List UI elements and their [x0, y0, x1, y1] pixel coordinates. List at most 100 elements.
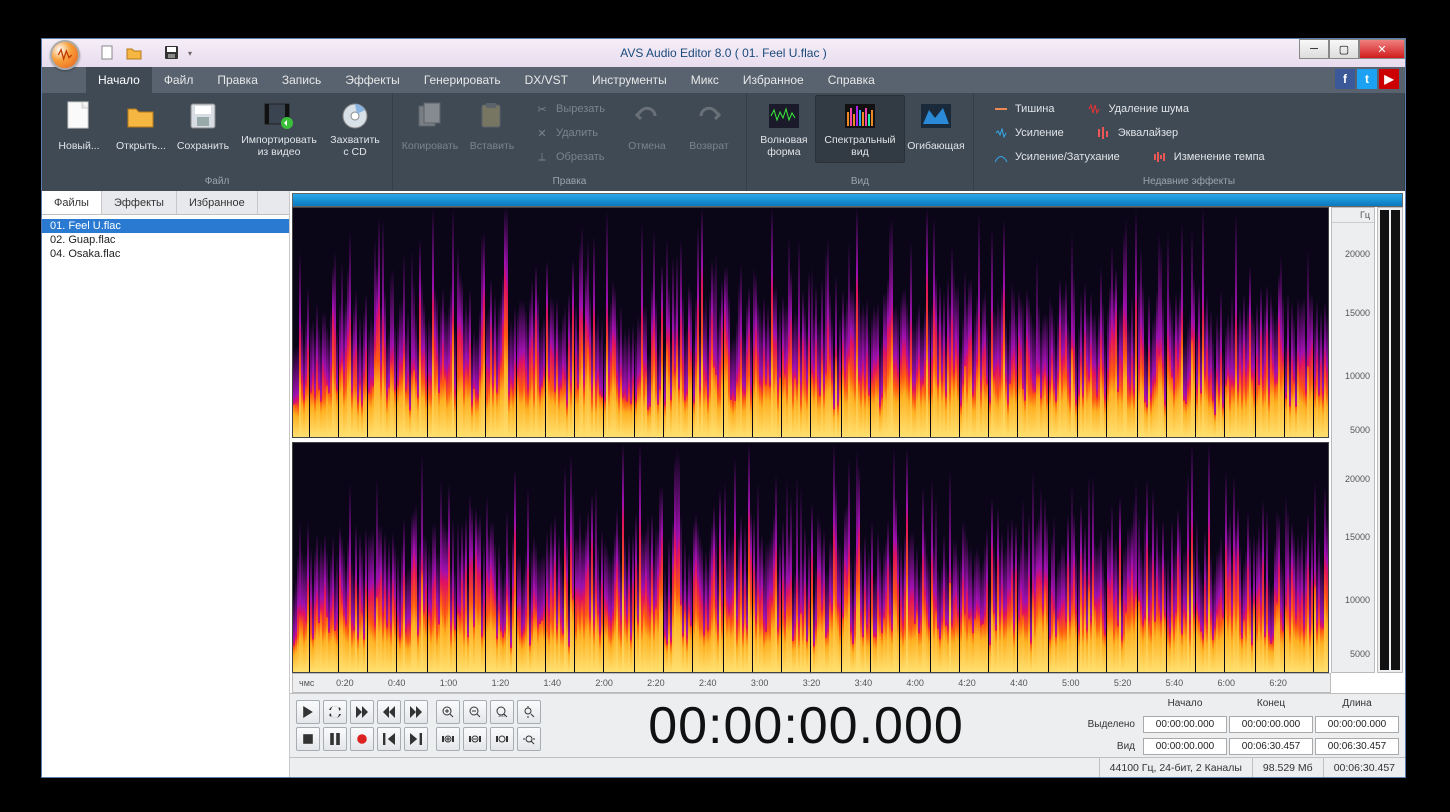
timebox-value[interactable]: 00:00:00.000 [1229, 716, 1313, 733]
ribbon-group-recent: Тишина Удаление шума Усиление Эквалайзер… [974, 93, 1405, 191]
import-video-icon [263, 100, 295, 132]
side-tab-1[interactable]: Эффекты [102, 191, 177, 214]
ribbon-recent-label: Недавние эффекты [1143, 174, 1235, 191]
effect-fade-button[interactable]: Усиление/Затухание [986, 145, 1127, 169]
zoom-sel-out-button[interactable] [463, 727, 487, 751]
app-icon[interactable] [50, 40, 80, 70]
redo-icon [693, 100, 725, 132]
youtube-icon[interactable]: ▶ [1379, 69, 1399, 89]
timebox-value[interactable]: 00:06:30.457 [1229, 738, 1313, 755]
zoom-out-button[interactable] [463, 700, 487, 724]
twitter-icon[interactable]: t [1357, 69, 1377, 89]
minimize-button[interactable]: ─ [1299, 39, 1329, 59]
transport-bar: 100 00:00:00.000 НачалоКонецДлинаВыделен… [290, 693, 1405, 757]
menu-item-9[interactable]: Избранное [731, 67, 816, 93]
next-button[interactable] [350, 700, 374, 724]
effect-amplify-button[interactable]: Усиление [986, 121, 1071, 145]
time-tick: 4:40 [1010, 678, 1028, 688]
file-item[interactable]: 01. Feel U.flac [42, 219, 289, 233]
open-button[interactable]: Открыть... [110, 95, 172, 163]
side-tab-2[interactable]: Избранное [177, 191, 258, 214]
cut-button[interactable]: ✂Вырезать [527, 97, 612, 121]
freq-tick: 5000 [1350, 649, 1370, 659]
goto-end-button[interactable] [404, 727, 428, 751]
close-button[interactable]: ✕ [1359, 39, 1405, 59]
effect-tempo-button[interactable]: Изменение темпа [1145, 145, 1272, 169]
tempo-label: Изменение темпа [1174, 151, 1265, 163]
stop-button[interactable] [296, 727, 320, 751]
new-button[interactable]: Новый... [48, 95, 110, 163]
zoom-100-button[interactable]: 100 [490, 700, 514, 724]
redo-button[interactable]: Возврат [678, 95, 740, 163]
zoom-fit-h-button[interactable] [517, 727, 541, 751]
side-tab-0[interactable]: Файлы [42, 191, 102, 214]
freq-tick: 5000 [1350, 425, 1370, 435]
effect-silence-button[interactable]: Тишина [986, 97, 1062, 121]
svg-text:100: 100 [498, 713, 505, 718]
freq-tick: 10000 [1345, 371, 1370, 381]
envelope-view-button[interactable]: Огибающая [905, 95, 967, 163]
zoom-sel-button[interactable] [490, 727, 514, 751]
timebox-value[interactable]: 00:00:00.000 [1315, 716, 1399, 733]
copy-button[interactable]: Копировать [399, 95, 461, 163]
menu-item-10[interactable]: Справка [816, 67, 887, 93]
zoom-in-button[interactable] [436, 700, 460, 724]
timebox-value[interactable]: 00:00:00.000 [1143, 716, 1227, 733]
zoom-sel-in-button[interactable] [436, 727, 460, 751]
menu-item-6[interactable]: DX/VST [513, 67, 580, 93]
time-ruler[interactable]: чмс 0:200:401:001:201:402:002:202:403:00… [292, 673, 1331, 693]
effect-equalizer-button[interactable]: Эквалайзер [1089, 121, 1185, 145]
play-button[interactable] [296, 700, 320, 724]
grab-cd-label: Захватить с CD [327, 134, 383, 158]
qat-new-icon[interactable] [98, 43, 118, 63]
menu-item-7[interactable]: Инструменты [580, 67, 679, 93]
file-item[interactable]: 02. Guap.flac [42, 233, 289, 247]
qat-open-icon[interactable] [124, 43, 144, 63]
effect-denoise-button[interactable]: Удаление шума [1079, 97, 1195, 121]
maximize-button[interactable]: ▢ [1329, 39, 1359, 59]
new-file-icon [63, 100, 95, 132]
waveform-view-button[interactable]: Волновая форма [753, 95, 815, 163]
tempo-icon [1152, 149, 1168, 165]
pause-button[interactable] [323, 727, 347, 751]
delete-button[interactable]: ✕Удалить [527, 121, 612, 145]
menu-item-2[interactable]: Правка [205, 67, 270, 93]
file-item[interactable]: 04. Osaka.flac [42, 247, 289, 261]
status-length: 00:06:30.457 [1323, 758, 1405, 777]
menu-item-8[interactable]: Микс [679, 67, 731, 93]
zoom-buttons: 100 [436, 700, 541, 751]
menu-item-5[interactable]: Генерировать [412, 67, 513, 93]
forward-button[interactable] [404, 700, 428, 724]
menu-item-1[interactable]: Файл [152, 67, 206, 93]
status-bar: 44100 Гц, 24-бит, 2 Каналы 98.529 Мб 00:… [290, 757, 1405, 777]
ribbon-edit-label: Правка [553, 174, 587, 191]
facebook-icon[interactable]: f [1335, 69, 1355, 89]
time-info-grid: НачалоКонецДлинаВыделено00:00:00.00000:0… [1071, 695, 1399, 757]
loop-button[interactable] [323, 700, 347, 724]
time-tick: 6:00 [1218, 678, 1236, 688]
spectral-view-button[interactable]: Спектральный вид [815, 95, 905, 163]
menu-item-3[interactable]: Запись [270, 67, 333, 93]
timebox-value[interactable]: 00:00:00.000 [1143, 738, 1227, 755]
zoom-fit-v-button[interactable] [517, 700, 541, 724]
grab-cd-button[interactable]: Захватить с CD [324, 95, 386, 163]
undo-button[interactable]: Отмена [616, 95, 678, 163]
save-button[interactable]: Сохранить [172, 95, 234, 163]
freq-tick: 15000 [1345, 532, 1370, 542]
overview-bar[interactable] [292, 193, 1403, 207]
record-button[interactable] [350, 727, 374, 751]
ribbon: Новый... Открыть... Сохранить Импортиров… [42, 93, 1405, 191]
qat-dropdown-icon[interactable]: ▾ [188, 49, 192, 58]
goto-start-button[interactable] [377, 727, 401, 751]
timebox-value[interactable]: 00:06:30.457 [1315, 738, 1399, 755]
trim-label: Обрезать [556, 151, 605, 163]
spectrogram-channel-left[interactable] [292, 207, 1329, 438]
paste-button[interactable]: Вставить [461, 95, 523, 163]
trim-button[interactable]: ⟂Обрезать [527, 145, 612, 169]
menu-item-4[interactable]: Эффекты [333, 67, 412, 93]
rewind-button[interactable] [377, 700, 401, 724]
spectrogram-channel-right[interactable] [292, 442, 1329, 673]
qat-save-icon[interactable] [162, 43, 182, 63]
import-video-button[interactable]: Импортировать из видео [234, 95, 324, 163]
menu-item-0[interactable]: Начало [86, 67, 152, 93]
